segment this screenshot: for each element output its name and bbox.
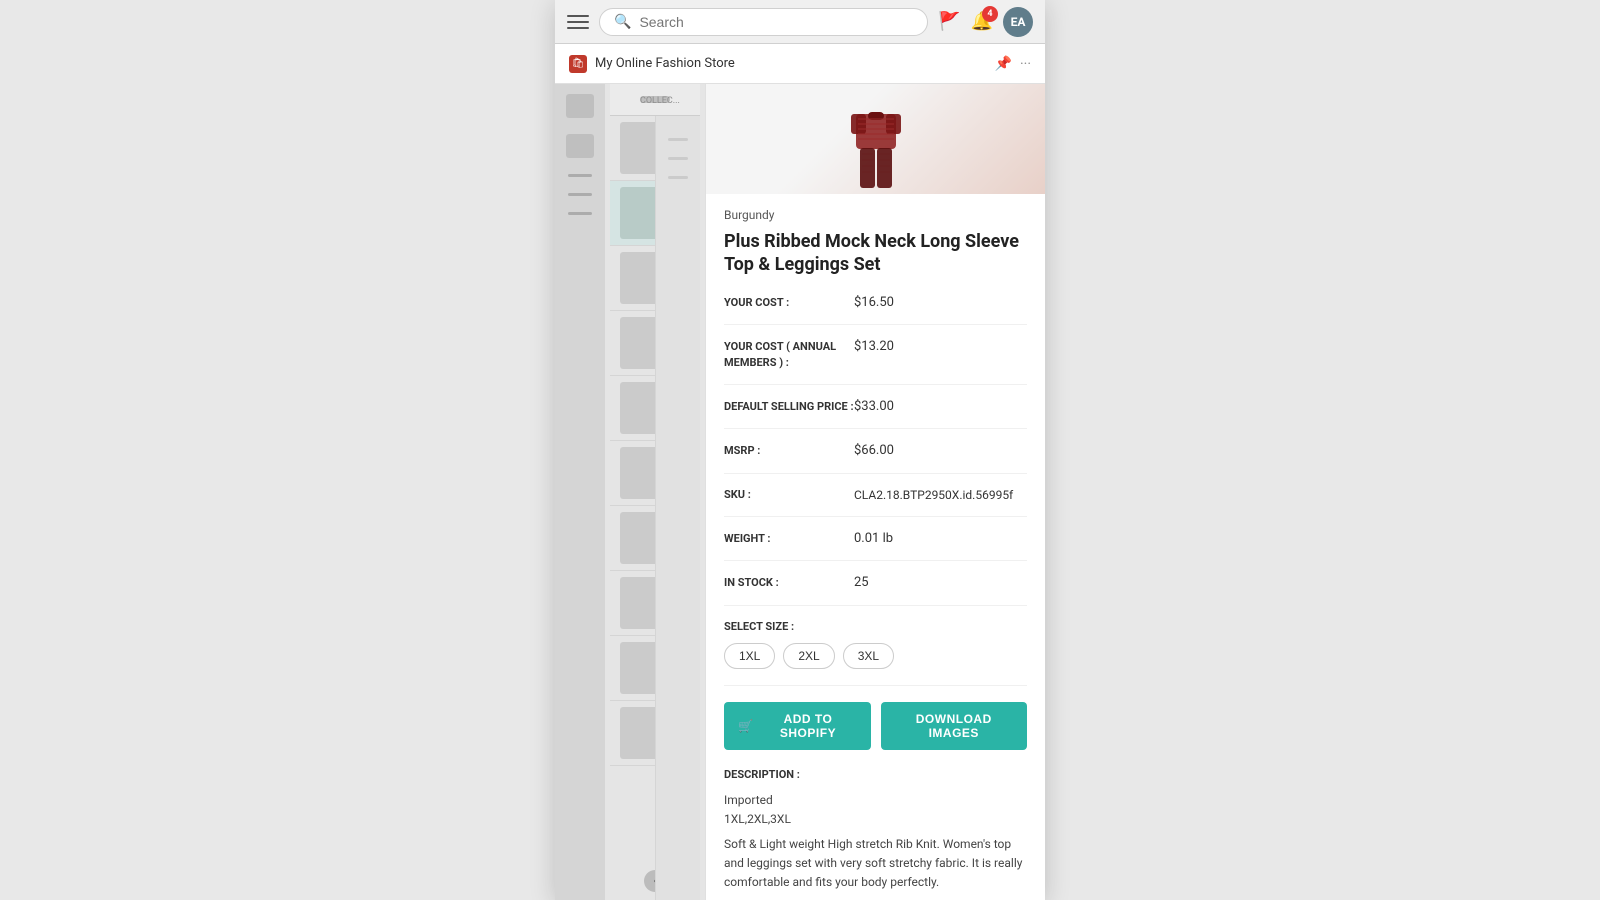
site-favicon-icon: 🛍 — [569, 55, 587, 73]
desc-line-3: Soft & Light weight High stretch Rib Kni… — [724, 835, 1027, 893]
avatar[interactable]: EA — [1003, 7, 1033, 37]
more-options-icon[interactable]: ··· — [1020, 56, 1031, 72]
size-1xl[interactable]: 1XL — [724, 643, 775, 669]
add-to-shopify-button[interactable]: 🛒 ADD TO SHOPIFY — [724, 702, 871, 750]
browser-content: COLLEC... 0 — [555, 84, 1045, 900]
action-buttons: 🛒 ADD TO SHOPIFY DOWNLOAD IMAGES — [724, 702, 1027, 750]
size-options: 1XL 2XL 3XL — [724, 643, 1027, 669]
toolbar-icons: 🚩 🔔 4 EA — [938, 7, 1033, 37]
sku-value: CLA2.18.BTP2950X.id.56995f — [854, 488, 1013, 502]
product-color: Burgundy — [724, 208, 1027, 222]
product-image — [706, 84, 1045, 194]
product-body: Burgundy Plus Ribbed Mock Neck Long Slee… — [706, 194, 1045, 900]
product-title: Plus Ribbed Mock Neck Long Sleeve Top & … — [724, 230, 1027, 277]
notification-wrapper[interactable]: 🔔 4 — [971, 11, 993, 32]
download-images-button[interactable]: DOWNLOAD IMAGES — [881, 702, 1027, 750]
shopify-cart-icon: 🛒 — [738, 719, 753, 733]
default-selling-value: $33.00 — [854, 399, 894, 414]
size-label: SELECT SIZE : — [724, 620, 1027, 633]
price-row-msrp: MSRP : $66.00 — [724, 443, 1027, 473]
in-stock-label: IN STOCK : — [724, 575, 854, 590]
weight-label: WEIGHT : — [724, 531, 854, 546]
site-name: My Online Fashion Store — [595, 56, 735, 71]
product-clothing-svg — [836, 104, 916, 194]
your-cost-label: YOUR COST : — [724, 295, 854, 310]
site-actions: 📌 ··· — [995, 56, 1031, 72]
search-bar[interactable]: 🔍 — [599, 8, 928, 36]
flag-icon[interactable]: 🚩 — [938, 11, 960, 32]
msrp-label: MSRP : — [724, 443, 854, 458]
price-row-annual: YOUR COST ( ANNUAL MEMBERS ) : $13.20 — [724, 339, 1027, 385]
sku-row: SKU : CLA2.18.BTP2950X.id.56995f — [724, 488, 1027, 517]
size-3xl[interactable]: 3XL — [843, 643, 894, 669]
description-label: DESCRIPTION : — [724, 768, 1027, 781]
modal-overlay: Burgundy Plus Ribbed Mock Neck Long Slee… — [555, 84, 1045, 900]
weight-row: WEIGHT : 0.01 lb — [724, 531, 1027, 561]
price-row-cost: YOUR COST : $16.50 — [724, 295, 1027, 325]
desc-line-2: 1XL,2XL,3XL — [724, 810, 1027, 829]
site-name-group: 🛍 My Online Fashion Store — [569, 55, 735, 73]
desc-line-1: Imported — [724, 791, 1027, 810]
browser-toolbar: 🔍 🚩 🔔 4 EA — [555, 0, 1045, 44]
description-text: Imported 1XL,2XL,3XL Soft & Light weight… — [724, 791, 1027, 893]
in-stock-value: 25 — [854, 575, 869, 590]
size-2xl[interactable]: 2XL — [783, 643, 834, 669]
price-row-selling: DEFAULT SELLING PRICE : $33.00 — [724, 399, 1027, 429]
your-cost-value: $16.50 — [854, 295, 894, 310]
size-section: SELECT SIZE : 1XL 2XL 3XL — [724, 620, 1027, 686]
add-to-shopify-label: ADD TO SHOPIFY — [759, 712, 856, 740]
search-icon: 🔍 — [614, 14, 631, 30]
product-panel: Burgundy Plus Ribbed Mock Neck Long Slee… — [705, 84, 1045, 900]
description-section: DESCRIPTION : Imported 1XL,2XL,3XL Soft … — [724, 768, 1027, 900]
search-input[interactable] — [639, 14, 913, 30]
in-stock-row: IN STOCK : 25 — [724, 575, 1027, 605]
your-cost-annual-label: YOUR COST ( ANNUAL MEMBERS ) : — [724, 339, 854, 370]
your-cost-annual-value: $13.20 — [854, 339, 894, 354]
pin-icon[interactable]: 📌 — [995, 56, 1012, 72]
site-bar: 🛍 My Online Fashion Store 📌 ··· — [555, 44, 1045, 84]
hamburger-icon[interactable] — [567, 15, 589, 29]
default-selling-label: DEFAULT SELLING PRICE : — [724, 399, 854, 414]
msrp-value: $66.00 — [854, 443, 894, 458]
notification-badge: 4 — [982, 6, 998, 22]
weight-value: 0.01 lb — [854, 531, 893, 546]
sku-label: SKU : — [724, 488, 854, 501]
